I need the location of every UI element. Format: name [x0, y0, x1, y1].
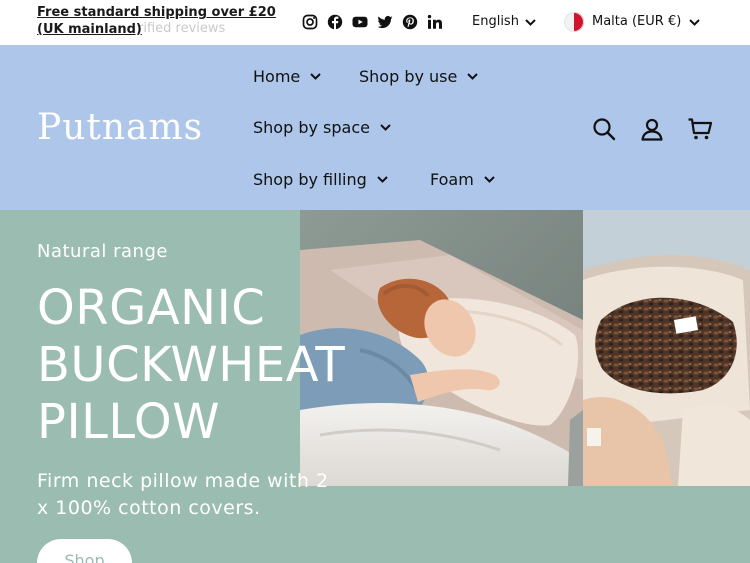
site-logo[interactable]: Putnams	[37, 107, 203, 148]
linkedin-icon[interactable]	[427, 14, 443, 30]
nav-item-label: Foam	[430, 169, 474, 189]
malta-flag-icon	[564, 12, 584, 32]
chevron-down-icon	[467, 72, 479, 80]
nav-item-shop-by-use[interactable]: Shop by use	[359, 64, 479, 88]
nav-item-label: Shop by space	[253, 117, 370, 137]
chevron-down-icon	[689, 18, 701, 26]
chevron-down-icon	[484, 175, 495, 183]
nav-item-foam[interactable]: Foam	[430, 167, 495, 191]
hero-subheading: Firm neck pillow made with 2 x 100% cott…	[37, 470, 329, 519]
nav-item-label: Shop by filling	[253, 169, 367, 189]
shipping-promo-link[interactable]: Free standard shipping over £20 (UK main…	[37, 4, 277, 38]
shop-button[interactable]: Shop	[37, 539, 132, 563]
hero-headline: ORGANIC BUCKWHEAT PILLOW	[37, 280, 345, 451]
twitter-icon[interactable]	[377, 14, 393, 30]
shipping-promo-text[interactable]: Free standard shipping over £20 (UK main…	[37, 5, 276, 37]
language-selector[interactable]: English	[472, 12, 536, 32]
facebook-icon[interactable]	[327, 14, 343, 30]
cart-icon[interactable]	[687, 116, 713, 142]
instagram-icon[interactable]	[302, 14, 318, 30]
language-label: English	[472, 14, 519, 29]
social-links	[302, 12, 443, 32]
currency-selector[interactable]: Malta (EUR €)	[564, 12, 701, 32]
nav-item-label: Home	[253, 66, 301, 86]
nav-item-shop-by-filling[interactable]: Shop by filling	[253, 167, 388, 191]
hero-eyebrow: Natural range	[37, 241, 168, 262]
chevron-down-icon	[377, 175, 388, 183]
currency-label: Malta (EUR €)	[592, 14, 682, 29]
nav-item-home[interactable]: Home	[253, 64, 321, 88]
chevron-down-icon	[310, 72, 321, 80]
hero-banner: Natural range ORGANIC BUCKWHEAT PILLOW F…	[0, 210, 750, 563]
headline-line: ORGANIC	[37, 280, 266, 336]
pinterest-icon[interactable]	[402, 14, 418, 30]
announcement-bar: rified reviews Free standard shipping ov…	[0, 0, 750, 45]
nav-item-label: Shop by use	[359, 66, 458, 86]
chevron-down-icon	[525, 18, 536, 26]
search-icon[interactable]	[591, 116, 617, 142]
chevron-down-icon	[380, 123, 391, 131]
headline-line: PILLOW	[37, 394, 221, 450]
site-header: Putnams Home Shop by use Shop by space S…	[0, 45, 750, 210]
youtube-icon[interactable]	[352, 14, 368, 30]
buckwheat-filling-photo	[583, 210, 750, 486]
nav-item-shop-by-space[interactable]: Shop by space	[253, 115, 391, 139]
headline-line: BUCKWHEAT	[37, 337, 346, 393]
account-icon[interactable]	[639, 116, 665, 142]
